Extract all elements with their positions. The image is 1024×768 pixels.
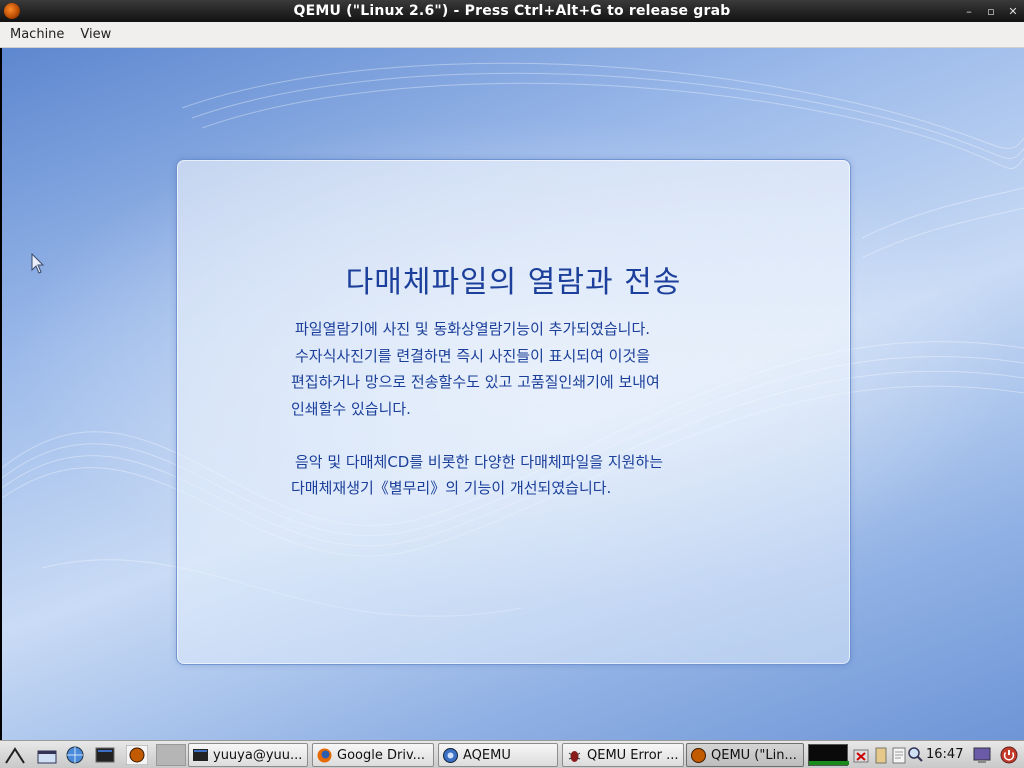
volume-icon[interactable] bbox=[852, 745, 870, 765]
menu-bar: Machine View bbox=[0, 22, 1024, 48]
task-qemu-error[interactable]: QEMU Error ... bbox=[562, 743, 684, 767]
user-switch-icon[interactable] bbox=[972, 745, 992, 765]
start-menu-icon[interactable] bbox=[4, 745, 26, 765]
network-icon[interactable] bbox=[64, 745, 86, 765]
qemu-launcher-icon[interactable] bbox=[126, 745, 148, 765]
task-aqemu[interactable]: AQEMU bbox=[438, 743, 558, 767]
task-label: QEMU ("Lin... bbox=[711, 747, 797, 763]
show-desktop-icon[interactable] bbox=[36, 745, 58, 765]
window-controls: – ▫ ✕ bbox=[962, 0, 1020, 22]
task-qemu-linux[interactable]: QEMU ("Lin... bbox=[686, 743, 804, 767]
bug-icon bbox=[568, 750, 581, 762]
taskbar-clock[interactable]: 16:47 bbox=[926, 741, 963, 768]
task-label: QEMU Error ... bbox=[587, 747, 679, 763]
body-line: 인쇄할수 있습니다. bbox=[291, 399, 411, 418]
mouse-cursor-icon bbox=[31, 253, 45, 274]
task-terminal[interactable]: yuuya@yuu... bbox=[188, 743, 308, 767]
body-line: 파일열람기에 사진 및 동화상열람기능이 추가되였습니다. bbox=[295, 320, 651, 338]
panel-heading: 다매체파일의 열람과 전송 bbox=[345, 265, 682, 300]
body-line: 음악 및 다매체CD를 비롯한 다양한 다매체파일을 지원하는 bbox=[295, 452, 664, 471]
body-line: 수자식사진기를 련결하면 즉시 사진들이 표시되여 이것을 bbox=[295, 346, 651, 365]
close-button[interactable]: ✕ bbox=[1006, 5, 1020, 18]
menu-view[interactable]: View bbox=[72, 22, 119, 48]
battery-icon[interactable] bbox=[872, 745, 890, 765]
search-icon[interactable] bbox=[906, 745, 924, 765]
task-label: AQEMU bbox=[463, 747, 511, 763]
maximize-button[interactable]: ▫ bbox=[984, 5, 998, 18]
firefox-icon bbox=[317, 748, 332, 762]
body-line: 다매체재생기《별무리》의 기능이 개선되였습니다. bbox=[291, 479, 612, 497]
taskbar: yuuya@yuu... Google Driv... AQEMU QEMU E… bbox=[0, 740, 1024, 768]
taskbar-separator bbox=[156, 744, 186, 766]
terminal-icon bbox=[193, 748, 208, 761]
cpu-monitor[interactable] bbox=[808, 744, 849, 766]
info-panel: 다매체파일의 열람과 전송 파일열람기에 사진 및 동화상열람기능이 추가되였습… bbox=[176, 159, 851, 665]
qemu-icon bbox=[691, 747, 706, 763]
aqemu-icon bbox=[443, 747, 458, 763]
terminal-launcher-icon[interactable] bbox=[94, 745, 116, 765]
task-label: Google Driv... bbox=[337, 747, 426, 763]
menu-machine[interactable]: Machine bbox=[0, 22, 72, 48]
guest-screen[interactable]: 다매체파일의 열람과 전송 파일열람기에 사진 및 동화상열람기능이 추가되였습… bbox=[2, 48, 1024, 740]
power-icon[interactable] bbox=[998, 745, 1020, 765]
window-title-bar[interactable]: QEMU ("Linux 2.6") - Press Ctrl+Alt+G to… bbox=[0, 0, 1024, 22]
panel-body: 파일열람기에 사진 및 동화상열람기능이 추가되였습니다. 수자식사진기를 련결… bbox=[291, 316, 761, 502]
task-label: yuuya@yuu... bbox=[213, 747, 303, 763]
window-title: QEMU ("Linux 2.6") - Press Ctrl+Alt+G to… bbox=[293, 3, 731, 19]
task-firefox[interactable]: Google Driv... bbox=[312, 743, 434, 767]
minimize-button[interactable]: – bbox=[962, 5, 976, 18]
body-line: 편집하거나 망으로 전송할수도 있고 고품질인쇄기에 보내여 bbox=[291, 373, 660, 391]
